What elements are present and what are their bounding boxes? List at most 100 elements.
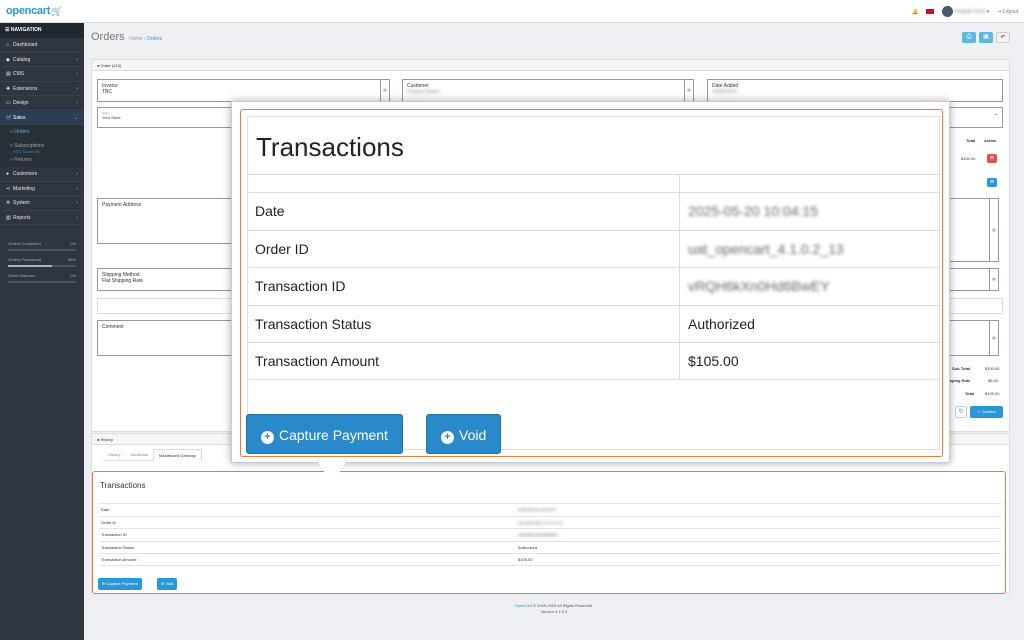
plus-circle-icon: + bbox=[441, 431, 454, 444]
product-header: Product bbox=[13, 137, 29, 142]
shipping-method-field[interactable]: Shipping Method Flat Shipping Rate bbox=[97, 268, 237, 291]
footer: OpenCart © 2009-2025 All Rights Reserved… bbox=[84, 603, 1024, 615]
txn-row-transaction-id: Transaction ID vRQH6kXn0Hd6BwEY bbox=[99, 528, 1001, 541]
confirm-button[interactable]: ✓ Confirm bbox=[970, 406, 1003, 418]
invoice-field[interactable]: Invoice TBC bbox=[97, 79, 381, 102]
progress-other: Other Statuses 0% bbox=[8, 273, 76, 283]
date-added-field: Date Added 20/05/2025 bbox=[707, 79, 1003, 102]
tab-history[interactable]: History bbox=[103, 449, 126, 461]
comment-gear-button[interactable]: ✲ bbox=[989, 320, 999, 356]
tab-mastercard-gateway[interactable]: Mastercard Gateway bbox=[153, 449, 202, 461]
capture-payment-button-small[interactable]: ⊕ Capture Payment bbox=[98, 578, 142, 590]
bell-icon[interactable]: 🔔 bbox=[912, 9, 918, 15]
txn-row-date: Date 2025-05-20 10:04:15 bbox=[99, 503, 1001, 516]
void-button-small[interactable]: ⊕ Void bbox=[157, 578, 178, 590]
order-total-label: Total bbox=[965, 391, 975, 396]
sidebar-item-cms[interactable]: ▤ CMS › bbox=[0, 67, 84, 82]
shipping-button[interactable]: ▣ bbox=[979, 32, 993, 43]
tab-additional[interactable]: Additional bbox=[125, 449, 154, 461]
comment-field[interactable]: Comment bbox=[97, 320, 237, 356]
txn-row-amount: Transaction Amount $105.00 bbox=[99, 553, 1001, 566]
page-title: Orders bbox=[91, 31, 125, 43]
refresh-button[interactable]: ↻ bbox=[955, 406, 967, 418]
add-product-button[interactable]: ⊕ bbox=[987, 178, 997, 187]
user-icon: ● bbox=[6, 171, 10, 177]
store-select[interactable]: Store Your Store bbox=[97, 107, 237, 128]
cms-icon: ▤ bbox=[6, 71, 11, 77]
cart-icon: 🛒 bbox=[6, 114, 13, 121]
blank-row bbox=[97, 298, 237, 314]
sidebar-item-marketing[interactable]: ≺ Marketing › bbox=[0, 182, 84, 196]
logout-link[interactable]: ⇥ Logout bbox=[997, 9, 1018, 15]
chevron-down-icon: ⌄ bbox=[993, 111, 998, 117]
zoom-empty-row bbox=[247, 174, 940, 192]
print-button[interactable]: ⎙ bbox=[962, 32, 976, 43]
transactions-title: Transactions bbox=[100, 481, 146, 490]
total-header: Total bbox=[966, 138, 976, 143]
user-menu[interactable]: Pingwin Tesla ▾ bbox=[942, 6, 989, 17]
print-icon: ⎙ bbox=[966, 34, 972, 40]
chevron-right-icon: › bbox=[76, 185, 78, 192]
chevron-right-icon: › bbox=[76, 56, 78, 63]
shipping-method-right bbox=[945, 268, 990, 291]
back-button[interactable]: ↶ bbox=[996, 32, 1010, 43]
zoom-transactions-title: Transactions bbox=[256, 132, 404, 162]
reply-icon: ↶ bbox=[1000, 35, 1006, 41]
zoom-row-status: Transaction Status Authorized bbox=[247, 304, 940, 342]
chart-icon: ▥ bbox=[6, 214, 11, 221]
plus-circle-icon: ⊕ bbox=[989, 179, 995, 185]
store-select-right[interactable]: ⌄ bbox=[945, 107, 1003, 128]
sidebar-item-extensions[interactable]: ✚ Extensions › bbox=[0, 82, 84, 96]
gear-icon: ✲ bbox=[6, 200, 11, 206]
monitor-icon: ▭ bbox=[6, 100, 11, 106]
opencart-logo[interactable]: opencart🛒 bbox=[6, 5, 62, 17]
product-points: Points: 400 bbox=[13, 159, 31, 163]
zoom-row-amount: Transaction Amount $105.00 bbox=[247, 342, 940, 380]
subtotal-label: Sub-Total bbox=[952, 366, 971, 371]
invoice-gear-button[interactable]: ✲ bbox=[380, 79, 390, 102]
order-panel-title: ● Order (#13) bbox=[92, 60, 1009, 71]
plus-circle-icon: + bbox=[261, 431, 274, 444]
footer-version: Version 4.1.0.2 bbox=[540, 609, 568, 614]
payment-address-field[interactable]: Payment Address bbox=[97, 198, 237, 244]
product-link[interactable]: HTC Touch HD bbox=[13, 149, 42, 154]
language-flag-icon[interactable] bbox=[926, 9, 935, 14]
customer-gear-button[interactable]: ✲ bbox=[684, 79, 694, 102]
gear-icon: ✲ bbox=[382, 88, 388, 94]
chevron-right-icon: › bbox=[76, 214, 78, 221]
progress-processing: Orders Processing 65% bbox=[8, 257, 76, 267]
footer-opencart-link[interactable]: OpenCart bbox=[515, 603, 532, 608]
blank-row-right bbox=[945, 298, 1003, 314]
shipping-gear-button[interactable]: ✲ bbox=[989, 268, 999, 291]
cart-icon: 🛒 bbox=[51, 6, 62, 16]
order-total-value: $105.00 bbox=[985, 391, 1000, 396]
sidebar-item-reports[interactable]: ▥ Reports › bbox=[0, 211, 84, 225]
capture-payment-button[interactable]: + Capture Payment bbox=[246, 414, 403, 454]
refresh-icon: ↻ bbox=[958, 409, 964, 415]
sidebar-item-system[interactable]: ✲ System › bbox=[0, 196, 84, 211]
customer-field[interactable]: Customer Pingwin Botwe bbox=[402, 79, 685, 102]
avatar bbox=[942, 6, 954, 17]
sidebar-item-design[interactable]: ▭ Design › bbox=[0, 96, 84, 111]
minus-circle-icon: ⊖ bbox=[989, 155, 995, 161]
gear-icon: ✲ bbox=[991, 277, 997, 283]
remove-product-button[interactable]: ⊖ bbox=[987, 154, 997, 163]
zoom-callout: Transactions Date 2025-05-20 10:04:15 Ord… bbox=[231, 101, 950, 463]
subtotal-value: $100.00 bbox=[985, 366, 1000, 371]
breadcrumb-orders[interactable]: Orders bbox=[147, 36, 162, 42]
payment-gear-button[interactable]: ✲ bbox=[989, 198, 999, 262]
gear-icon: ✲ bbox=[686, 88, 692, 94]
void-button[interactable]: + Void bbox=[426, 414, 502, 454]
puzzle-icon: ✚ bbox=[6, 85, 11, 92]
chevron-right-icon: › bbox=[76, 200, 78, 206]
callout-pointer bbox=[318, 462, 346, 484]
sidebar-item-sales[interactable]: 🛒Sales ⌄ bbox=[0, 110, 84, 125]
shipping-rate-value: $5.00 bbox=[988, 378, 999, 383]
sidebar-item-dashboard[interactable]: ⌂ Dashboard bbox=[0, 38, 84, 53]
sidebar-item-customers[interactable]: ● Customers › bbox=[0, 167, 84, 182]
txn-row-status: Transaction Status Authorized bbox=[99, 540, 1001, 554]
chevron-right-icon: › bbox=[76, 100, 78, 106]
home-icon: ⌂ bbox=[6, 42, 10, 48]
breadcrumb-home[interactable]: Home bbox=[129, 36, 142, 42]
sidebar-item-catalog[interactable]: ◆ Catalog › bbox=[0, 53, 84, 67]
